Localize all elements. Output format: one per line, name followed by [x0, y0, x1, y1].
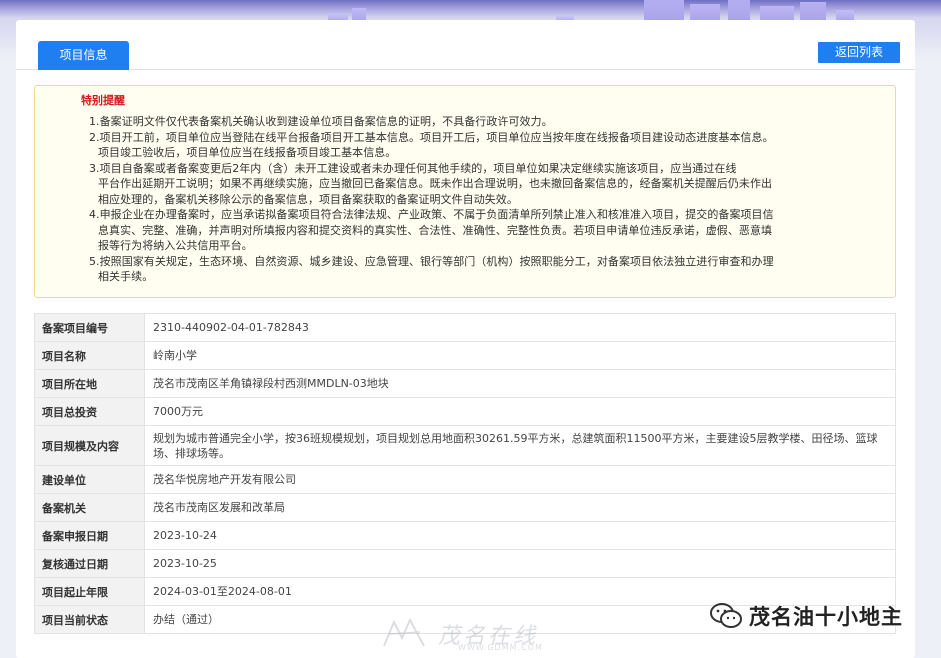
notice-line: 报等行为将纳入公共信用平台。 — [98, 239, 253, 252]
notice-line: 相关手续。 — [98, 270, 154, 283]
table-row: 建设单位 茂名华悦房地产开发有限公司 — [34, 465, 896, 494]
project-info-table: 备案项目编号 2310-440902-04-01-782843 项目名称 岭南小… — [34, 313, 896, 634]
table-row: 项目规模及内容 规划为城市普通完全小学，按36班规模规划，项目规划总用地面积30… — [34, 425, 896, 466]
row-label: 项目起止年限 — [34, 577, 145, 606]
notice-line: 1.备案证明文件仅代表备案机关确认收到建设单位项目备案信息的证明，不具备行政许可… — [89, 115, 553, 128]
row-value: 茂名市茂南区羊角镇禄段村西测MMDLN-03地块 — [144, 369, 896, 398]
row-label: 复核通过日期 — [34, 549, 145, 578]
row-label: 项目所在地 — [34, 369, 145, 398]
table-row: 项目名称 岭南小学 — [34, 341, 896, 370]
tab-bar: 项目信息 返回列表 — [16, 20, 915, 70]
table-row: 项目总投资 7000万元 — [34, 397, 896, 426]
row-label: 项目名称 — [34, 341, 145, 370]
content-card: 项目信息 返回列表 特别提醒 1.备案证明文件仅代表备案机关确认收到建设单位项目… — [16, 20, 915, 658]
wechat-account-name: 茂名油十小地主 — [749, 605, 903, 629]
row-value: 2023-10-25 — [144, 549, 896, 578]
row-value: 2023-10-24 — [144, 521, 896, 550]
wechat-watermark: 茂名油十小地主 — [709, 600, 903, 632]
row-value: 茂名市茂南区发展和改革局 — [144, 493, 896, 522]
notice-line: 2.项目开工前，项目单位应当登陆在线平台报备项目开工基本信息。项目开工后，项目单… — [89, 130, 774, 144]
row-label: 备案机关 — [34, 493, 145, 522]
row-value: 岭南小学 — [144, 341, 896, 370]
row-label: 项目规模及内容 — [34, 425, 145, 466]
table-row: 备案申报日期 2023-10-24 — [34, 521, 896, 550]
row-label: 建设单位 — [34, 465, 145, 494]
row-value: 2310-440902-04-01-782843 — [144, 313, 896, 342]
notice-line: 项目竣工验收后，项目单位应当在线报备项目竣工基本信息。 — [98, 146, 397, 159]
wechat-icon — [710, 603, 742, 628]
notice-line: 4.申报企业在办理备案时，应当承诺拟备案项目符合法律法规、产业政策、不属于负面清… — [89, 208, 774, 221]
site-logo-icon — [383, 617, 425, 647]
notice-line: 3.项目自备案或者备案变更后2年内（含）未开工建设或者未办理任何其他手续的，项目… — [89, 161, 737, 175]
row-label: 项目总投资 — [34, 397, 145, 426]
notice-line: 相应处理的，备案机关移除公示的备案信息，项目备案获取的备案证明文件自动失效。 — [98, 192, 518, 206]
notice-line: 息真实、完整、准确，并声明对所填报内容和提交资料的真实性、合法性、准确性、完整性… — [98, 223, 773, 237]
table-row: 备案项目编号 2310-440902-04-01-782843 — [34, 313, 896, 342]
back-to-list-button[interactable]: 返回列表 — [818, 42, 900, 63]
row-label: 项目当前状态 — [34, 605, 145, 634]
tab-project-info[interactable]: 项目信息 — [38, 41, 129, 70]
row-value: 茂名华悦房地产开发有限公司 — [144, 465, 896, 494]
site-watermark-url: WWW.GDMM.COM — [458, 643, 543, 652]
row-label: 备案项目编号 — [34, 313, 145, 342]
notice-line: 5.按照国家有关规定，生态环境、自然资源、城乡建设、应急管理、银行等部门（机构）… — [89, 254, 774, 268]
site-watermark: 茂名在线 WWW.GDMM.COM — [376, 614, 576, 654]
table-row: 备案机关 茂名市茂南区发展和改革局 — [34, 493, 896, 522]
table-row: 项目所在地 茂名市茂南区羊角镇禄段村西测MMDLN-03地块 — [34, 369, 896, 398]
row-label: 备案申报日期 — [34, 521, 145, 550]
row-value: 规划为城市普通完全小学，按36班规模规划，项目规划总用地面积30261.59平方… — [144, 425, 896, 466]
notice-title: 特别提醒 — [81, 94, 125, 107]
notice-body: 1.备案证明文件仅代表备案机关确认收到建设单位项目备案信息的证明，不具备行政许可… — [81, 114, 895, 285]
row-value: 7000万元 — [144, 397, 896, 426]
special-notice-box: 特别提醒 1.备案证明文件仅代表备案机关确认收到建设单位项目备案信息的证明，不具… — [34, 85, 896, 298]
notice-line: 平台作出延期开工说明；如果不再继续实施，应当撤回已备案信息。既未作出合理说明，也… — [98, 177, 773, 190]
table-row: 复核通过日期 2023-10-25 — [34, 549, 896, 578]
